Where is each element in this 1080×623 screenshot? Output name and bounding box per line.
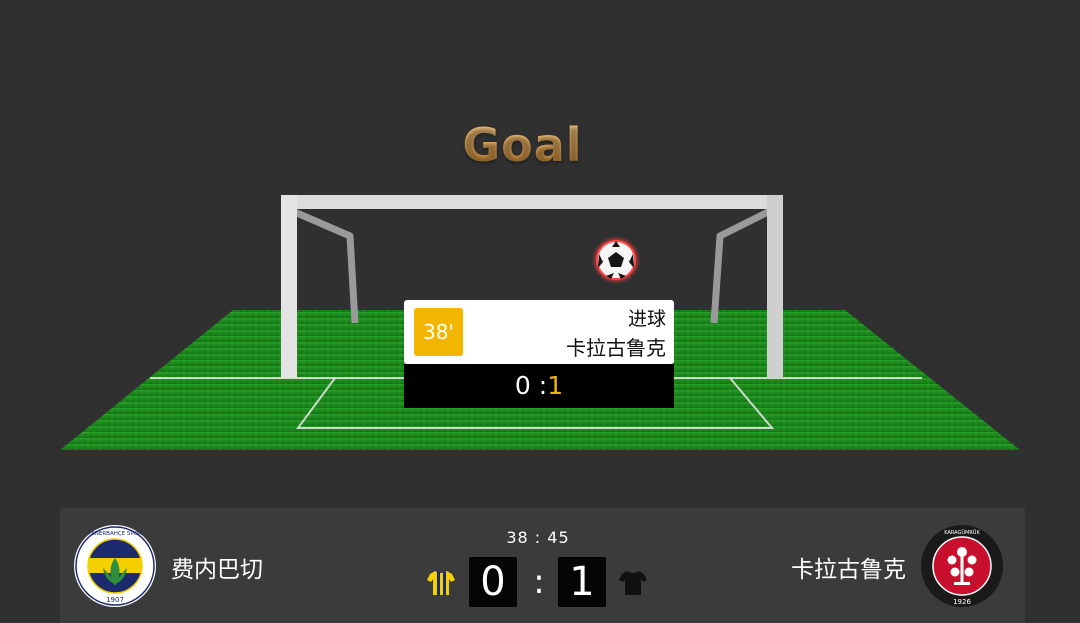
event-team-label: 卡拉古鲁克 [566, 336, 666, 360]
event-score-away: 1 [547, 371, 564, 400]
football-icon [592, 236, 640, 284]
svg-text:KARAGÜMRÜK: KARAGÜMRÜK [944, 529, 980, 536]
event-score-bar: 0 :1 [404, 364, 674, 408]
goal-left-post [281, 195, 297, 378]
away-team-logo[interactable]: 1926 KARAGÜMRÜK [920, 524, 1004, 608]
event-score-separator: : [530, 371, 548, 400]
event-type-label: 进球 [627, 308, 666, 330]
away-kit-icon [619, 571, 647, 595]
svg-text:1926: 1926 [953, 598, 971, 606]
away-team-name[interactable]: 卡拉古鲁克 [791, 550, 906, 584]
scoreboard: 1907 FENERBAHÇE SPOR 费内巴切 38 : 45 0 : 1 … [60, 508, 1025, 623]
event-card: 38' 进球 卡拉古鲁克 [404, 300, 674, 364]
goal-right-post [767, 195, 783, 378]
goal-title: Goal [0, 118, 1045, 172]
event-score-home: 0 [514, 371, 531, 400]
goal-right-support [710, 206, 774, 324]
home-kit-icon [427, 571, 455, 595]
event-minute-badge: 38' [414, 308, 463, 356]
goal-left-support [288, 206, 359, 324]
score-separator: : [533, 562, 545, 602]
goal-crossbar [281, 195, 783, 209]
match-clock: 38 : 45 [506, 528, 570, 547]
svg-text:1907: 1907 [106, 596, 124, 604]
home-team-name[interactable]: 费内巴切 [171, 550, 263, 584]
away-score: 1 [558, 557, 606, 607]
home-score: 0 [469, 557, 517, 607]
